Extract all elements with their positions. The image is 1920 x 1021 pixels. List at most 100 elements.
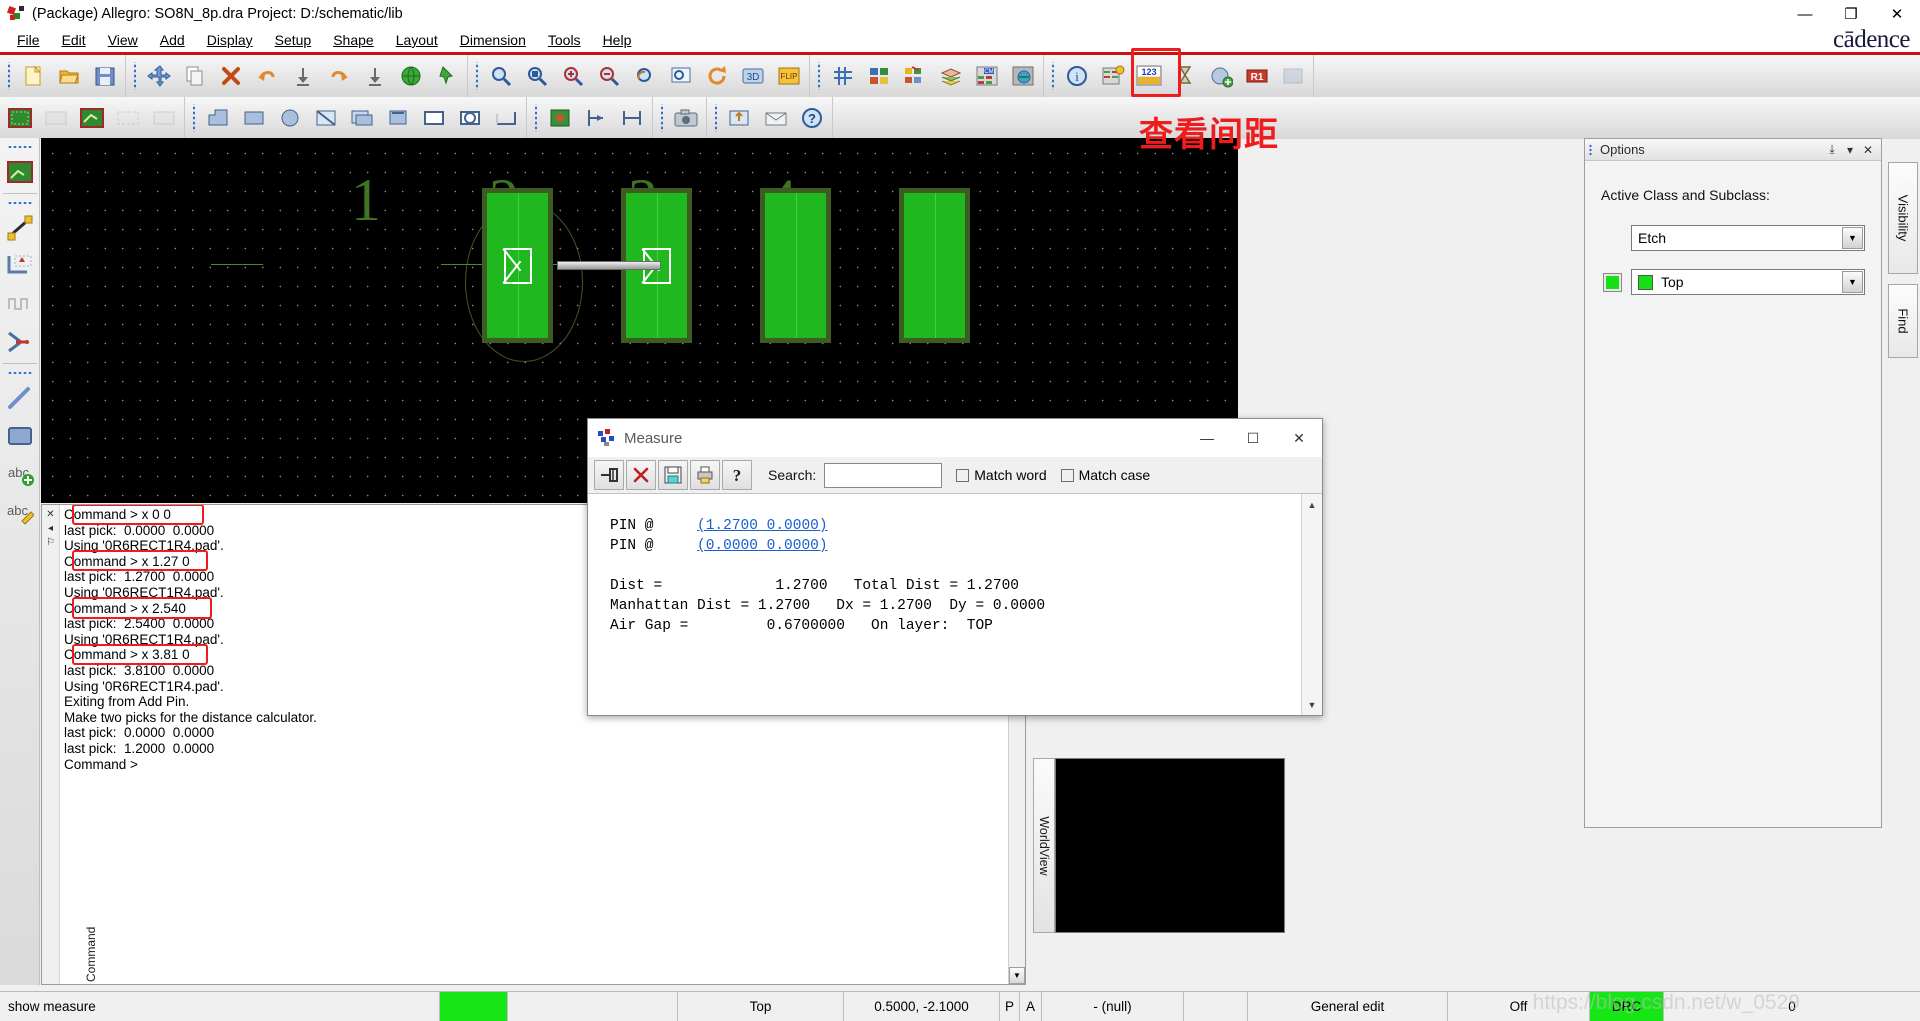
redo-icon[interactable]	[321, 58, 357, 94]
text-add-icon[interactable]: abc	[2, 455, 38, 493]
circle-icon[interactable]	[272, 100, 308, 136]
mail-icon[interactable]	[758, 100, 794, 136]
minimize-button[interactable]: —	[1782, 0, 1828, 28]
delete-icon[interactable]	[213, 58, 249, 94]
pin-dialog-icon[interactable]	[594, 460, 624, 490]
status-a-indicator[interactable]: A	[1020, 992, 1042, 1021]
toolbar-grip[interactable]	[815, 62, 822, 90]
slide-icon[interactable]	[2, 247, 38, 285]
refresh-icon[interactable]	[699, 58, 735, 94]
scroll-down-button[interactable]: ▼	[1302, 694, 1322, 715]
camera-icon[interactable]	[668, 100, 704, 136]
measure-minimize-button[interactable]: —	[1184, 419, 1230, 457]
match-case-checkbox[interactable]: Match case	[1060, 467, 1150, 483]
collapse-log-icon[interactable]: ◂	[48, 522, 53, 536]
toolbar-grip[interactable]	[473, 62, 480, 90]
pad-4[interactable]	[899, 188, 970, 343]
undo-icon[interactable]	[249, 58, 285, 94]
shape-layers-icon[interactable]	[344, 100, 380, 136]
measure-dialog[interactable]: Measure — ☐ ✕ ? Search: Match word Match…	[587, 418, 1323, 716]
print-icon[interactable]	[690, 460, 720, 490]
r1-icon[interactable]: R1	[1239, 58, 1275, 94]
toolbar-grip[interactable]	[658, 104, 665, 132]
color-pattern-icon[interactable]	[897, 58, 933, 94]
shape-edit-icon[interactable]	[74, 100, 110, 136]
help-icon[interactable]: ?	[722, 460, 752, 490]
close-panel-icon[interactable]: ✕	[1859, 143, 1877, 157]
menu-edit[interactable]: Edit	[51, 30, 97, 50]
menu-dimension[interactable]: Dimension	[449, 30, 537, 50]
measure-maximize-button[interactable]: ☐	[1230, 419, 1276, 457]
color-192-icon[interactable]	[861, 58, 897, 94]
pin-icon[interactable]	[429, 58, 465, 94]
panel-menu-icon[interactable]: ▾	[1841, 143, 1859, 157]
add-connect-icon[interactable]	[1203, 58, 1239, 94]
menu-file[interactable]: File	[6, 30, 51, 50]
pin1-coordinate-link[interactable]: (1.2700 0.0000)	[697, 518, 828, 534]
toolbar-grip[interactable]	[1049, 62, 1056, 90]
toolbar-grip[interactable]	[131, 62, 138, 90]
shape-icon[interactable]	[1275, 58, 1311, 94]
new-icon[interactable]	[15, 58, 51, 94]
shape-dash-icon[interactable]	[110, 100, 146, 136]
dim-linear-icon[interactable]	[614, 100, 650, 136]
left-toolbar-grip[interactable]	[6, 143, 33, 150]
undo-to-icon[interactable]	[285, 58, 321, 94]
grid-toggle-icon[interactable]	[825, 58, 861, 94]
octagon-icon[interactable]	[452, 100, 488, 136]
pin2-coordinate-link[interactable]: (0.0000 0.0000)	[697, 538, 828, 554]
pad-3[interactable]	[760, 188, 831, 343]
tab-find[interactable]: Find	[1888, 284, 1918, 358]
measure-results-scrollbar[interactable]: ▲ ▼	[1301, 494, 1322, 715]
toolbar-grip[interactable]	[712, 104, 719, 132]
toolbar-grip[interactable]	[5, 62, 12, 90]
custom-smooth-icon[interactable]	[2, 323, 38, 361]
left-toolbar-grip[interactable]	[6, 369, 33, 376]
help-icon[interactable]: ?	[794, 100, 830, 136]
copy-icon[interactable]	[177, 58, 213, 94]
chevron-down-icon[interactable]: ▼	[1842, 271, 1863, 293]
pin-panel-icon[interactable]: ⤓	[1823, 142, 1841, 157]
menu-tools[interactable]: Tools	[537, 30, 592, 50]
shape-add-rect-icon[interactable]	[2, 100, 38, 136]
shape-blank-icon[interactable]	[38, 100, 74, 136]
subclass-combobox[interactable]: Top ▼	[1631, 269, 1865, 295]
menu-setup[interactable]: Setup	[264, 30, 323, 50]
command-panel-tab[interactable]: Command	[84, 896, 98, 982]
save-icon[interactable]	[658, 460, 688, 490]
filled-rect-icon[interactable]	[416, 100, 452, 136]
report-icon[interactable]	[1095, 58, 1131, 94]
scroll-down-button[interactable]: ▼	[1009, 967, 1025, 984]
open-rect-icon[interactable]	[488, 100, 524, 136]
zoom-in-icon[interactable]	[555, 58, 591, 94]
chevron-down-icon[interactable]: ▼	[1842, 227, 1863, 249]
status-p-indicator[interactable]: P	[1000, 992, 1020, 1021]
shape-plain-icon[interactable]	[146, 100, 182, 136]
zoom-previous-icon[interactable]	[627, 58, 663, 94]
rectangle-icon[interactable]	[236, 100, 272, 136]
menu-help[interactable]: Help	[592, 30, 643, 50]
global-view-icon[interactable]	[1005, 58, 1041, 94]
move-icon[interactable]	[141, 58, 177, 94]
menu-add[interactable]: Add	[149, 30, 196, 50]
line-icon[interactable]	[2, 379, 38, 417]
info-icon[interactable]: i	[1059, 58, 1095, 94]
constraint-manager-icon[interactable]: CM	[969, 58, 1005, 94]
save-icon[interactable]	[87, 58, 123, 94]
clear-icon[interactable]	[626, 460, 656, 490]
zoom-out-icon[interactable]	[591, 58, 627, 94]
menu-view[interactable]: View	[97, 30, 149, 50]
worldview-tab[interactable]: WorldView	[1033, 758, 1055, 933]
zoom-world-icon[interactable]	[519, 58, 555, 94]
dim-leader-icon[interactable]	[578, 100, 614, 136]
menu-display[interactable]: Display	[196, 30, 264, 50]
measure-close-button[interactable]: ✕	[1276, 419, 1322, 457]
search-input[interactable]	[824, 462, 943, 488]
zoom-region-icon[interactable]	[663, 58, 699, 94]
left-toolbar-grip[interactable]	[6, 199, 33, 206]
shape-rotate-icon[interactable]	[380, 100, 416, 136]
globe-icon[interactable]	[393, 58, 429, 94]
shape-green-icon[interactable]	[2, 153, 38, 191]
rect-icon[interactable]	[2, 417, 38, 455]
toolbar-grip[interactable]	[190, 104, 197, 132]
